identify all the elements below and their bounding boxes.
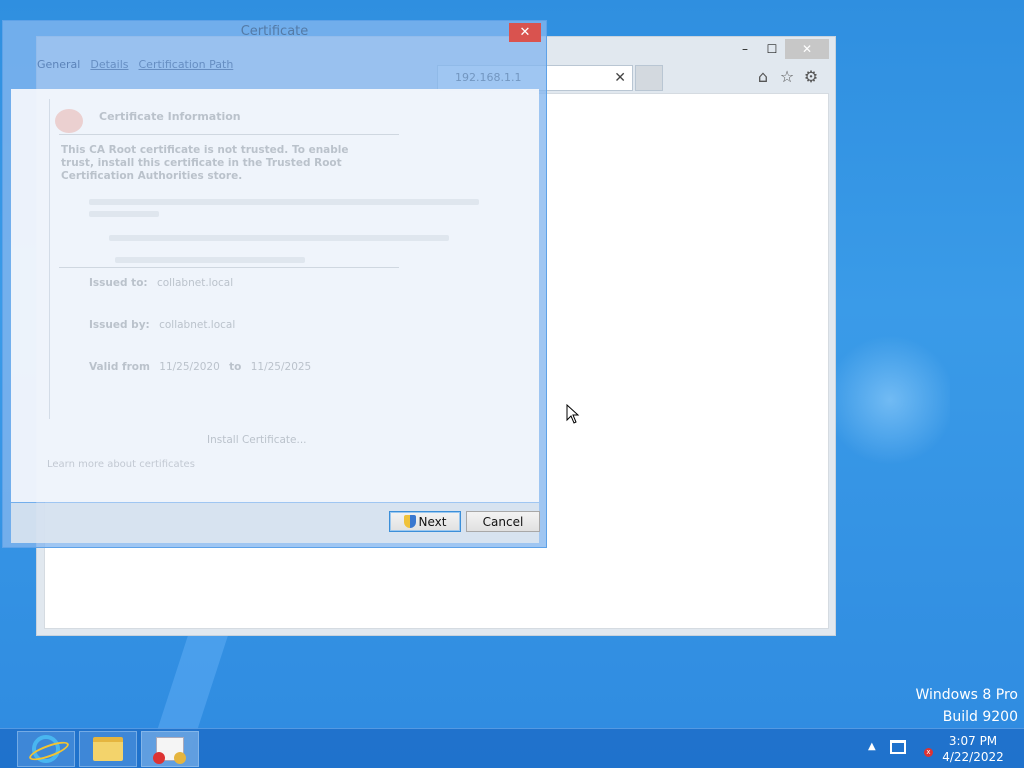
home-icon[interactable]: ⌂ [753, 67, 773, 87]
issued-by-label: Issued by: [89, 319, 150, 331]
dialog-title: Certificate [240, 24, 309, 39]
taskbar-internet-explorer[interactable] [17, 731, 75, 767]
ie-maximize-button[interactable]: ☐ [759, 39, 785, 59]
cancel-button[interactable]: Cancel [466, 511, 540, 532]
clock-time: 3:07 PM [948, 734, 998, 748]
faint-text-line [89, 211, 159, 217]
divider [59, 134, 399, 135]
ie-new-tab-button[interactable] [635, 65, 663, 91]
watermark-edition: Windows 8 Pro [915, 687, 1018, 703]
ie-close-button[interactable]: ✕ [785, 39, 829, 59]
wallpaper-glow [830, 330, 950, 470]
dialog-button-bar: Next Cancel [11, 503, 540, 543]
mouse-pointer-icon [566, 404, 580, 424]
windows-build-watermark: Windows 8 Pro Build 9200 [915, 684, 1018, 728]
valid-from-label: Valid from [89, 361, 150, 373]
next-button[interactable]: Next [389, 511, 461, 532]
network-icon[interactable] [890, 740, 906, 754]
uac-shield-icon [403, 515, 416, 528]
valid-to-label: to [229, 361, 242, 373]
divider [59, 267, 399, 268]
faint-text-line [109, 235, 449, 241]
issued-by-row: Issued by: collabnet.local [89, 319, 235, 331]
trust-warning-text: This CA Root certificate is not trusted.… [61, 144, 349, 182]
issued-to-label: Issued to: [89, 277, 148, 289]
certificate-dialog: Certificate ✕ General Details Certificat… [2, 20, 547, 548]
tab-general[interactable]: General [37, 58, 80, 71]
favorites-star-icon[interactable]: ☆ [777, 67, 797, 87]
learn-more-link[interactable]: Learn more about certificates [47, 459, 195, 470]
clock-date: 4/22/2022 [942, 750, 1004, 764]
validity-row: Valid from 11/25/2020 to 11/25/2025 [89, 361, 311, 373]
show-hidden-icons-arrow-icon[interactable]: ▲ [868, 741, 876, 752]
install-certificate-button[interactable]: Install Certificate... [207, 434, 307, 446]
valid-to-value: 11/25/2025 [250, 361, 312, 373]
valid-from-value: 11/25/2020 [159, 361, 220, 373]
certificate-app-icon [153, 737, 186, 764]
tab-certification-path[interactable]: Certification Path [139, 58, 234, 71]
issued-to-row: Issued to: collabnet.local [89, 277, 233, 289]
gear-icon[interactable]: ⚙ [801, 67, 821, 87]
taskbar-certificate-app[interactable] [141, 731, 199, 767]
dialog-tabs: General Details Certification Path [37, 58, 233, 71]
issued-by-value: collabnet.local [159, 319, 236, 331]
tab-close-icon[interactable]: ✕ [614, 70, 626, 86]
folder-icon [93, 737, 123, 761]
issued-to-value: collabnet.local [156, 277, 234, 289]
ie-minimize-button[interactable]: – [731, 39, 759, 59]
muted-badge-icon: x [924, 748, 933, 757]
address-hint: 192.168.1.1 [455, 71, 522, 84]
taskbar-clock[interactable]: 3:07 PM 4/22/2022 [940, 733, 1006, 765]
watermark-build: Build 9200 [942, 709, 1018, 725]
faint-text-line [115, 257, 305, 263]
certificate-info-title: Certificate Information [99, 110, 241, 123]
dialog-close-button[interactable]: ✕ [509, 23, 541, 42]
internet-explorer-icon [32, 735, 60, 763]
tab-details[interactable]: Details [90, 58, 128, 71]
taskbar-file-explorer[interactable] [79, 731, 137, 767]
next-button-label: Next [418, 514, 447, 529]
taskbar: ▲ x 3:07 PM 4/22/2022 [0, 728, 1024, 768]
faint-text-line [89, 199, 479, 205]
certificate-warning-icon [55, 109, 83, 133]
certificate-info-panel: Certificate Information This CA Root cer… [11, 89, 539, 502]
